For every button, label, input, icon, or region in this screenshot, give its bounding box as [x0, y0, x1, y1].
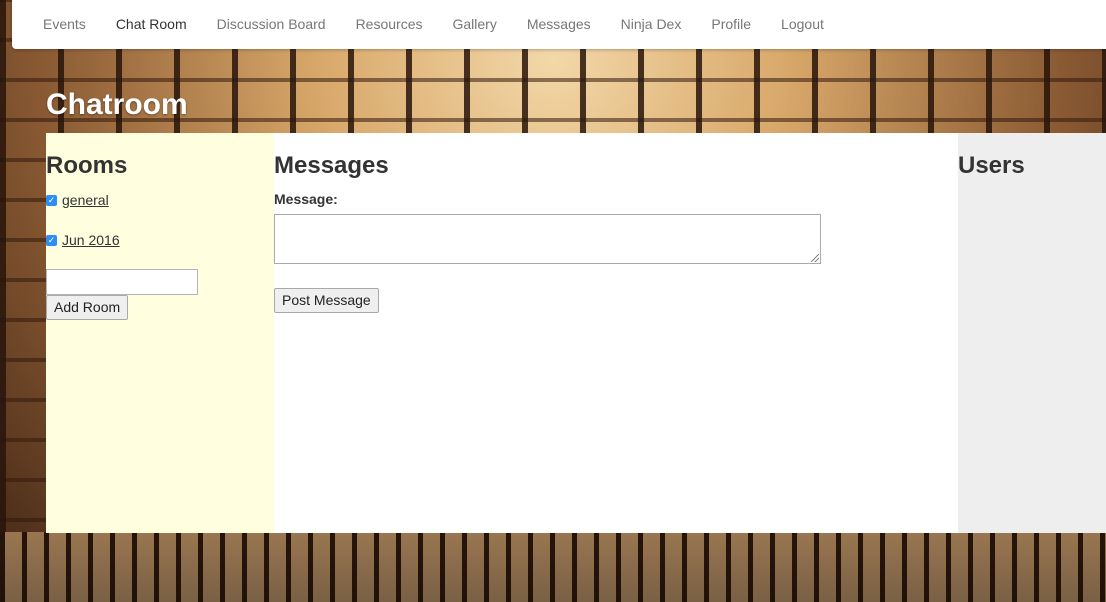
messages-panel: Messages Message: Post Message [274, 133, 958, 533]
users-panel: Users [958, 133, 1106, 533]
rooms-panel: Rooms ✓ general ✓ Jun 2016 Add Room [46, 133, 274, 533]
room-item-general: ✓ general [46, 192, 109, 208]
room-checkbox-general[interactable]: ✓ [46, 194, 57, 206]
background-image [0, 532, 1106, 602]
post-message-button[interactable]: Post Message [274, 288, 379, 313]
rooms-heading: Rooms [46, 152, 128, 179]
nav-link-discussion-board[interactable]: Discussion Board [202, 0, 341, 49]
nav-link-events[interactable]: Events [28, 0, 101, 49]
nav-link-profile[interactable]: Profile [696, 0, 766, 49]
resize-grip-icon[interactable] [811, 254, 819, 262]
room-link-general[interactable]: general [62, 192, 109, 208]
nav-link-resources[interactable]: Resources [341, 0, 438, 49]
room-checkbox-jun-2016[interactable]: ✓ [46, 234, 57, 246]
messages-heading: Messages [274, 152, 389, 179]
nav-link-messages[interactable]: Messages [512, 0, 606, 49]
nav-link-logout[interactable]: Logout [766, 0, 839, 49]
top-navbar: Events Chat Room Discussion Board Resour… [12, 0, 1106, 49]
nav-link-gallery[interactable]: Gallery [437, 0, 511, 49]
message-textarea[interactable] [274, 214, 821, 264]
users-heading: Users [958, 152, 1025, 179]
message-label: Message: [274, 191, 338, 207]
new-room-input[interactable] [46, 269, 198, 295]
room-item-jun-2016: ✓ Jun 2016 [46, 232, 120, 248]
room-link-jun-2016[interactable]: Jun 2016 [62, 232, 120, 248]
nav-link-ninja-dex[interactable]: Ninja Dex [606, 0, 697, 49]
nav-link-chat-room[interactable]: Chat Room [101, 0, 202, 49]
page-title: Chatroom [46, 88, 188, 121]
add-room-button[interactable]: Add Room [46, 295, 129, 320]
